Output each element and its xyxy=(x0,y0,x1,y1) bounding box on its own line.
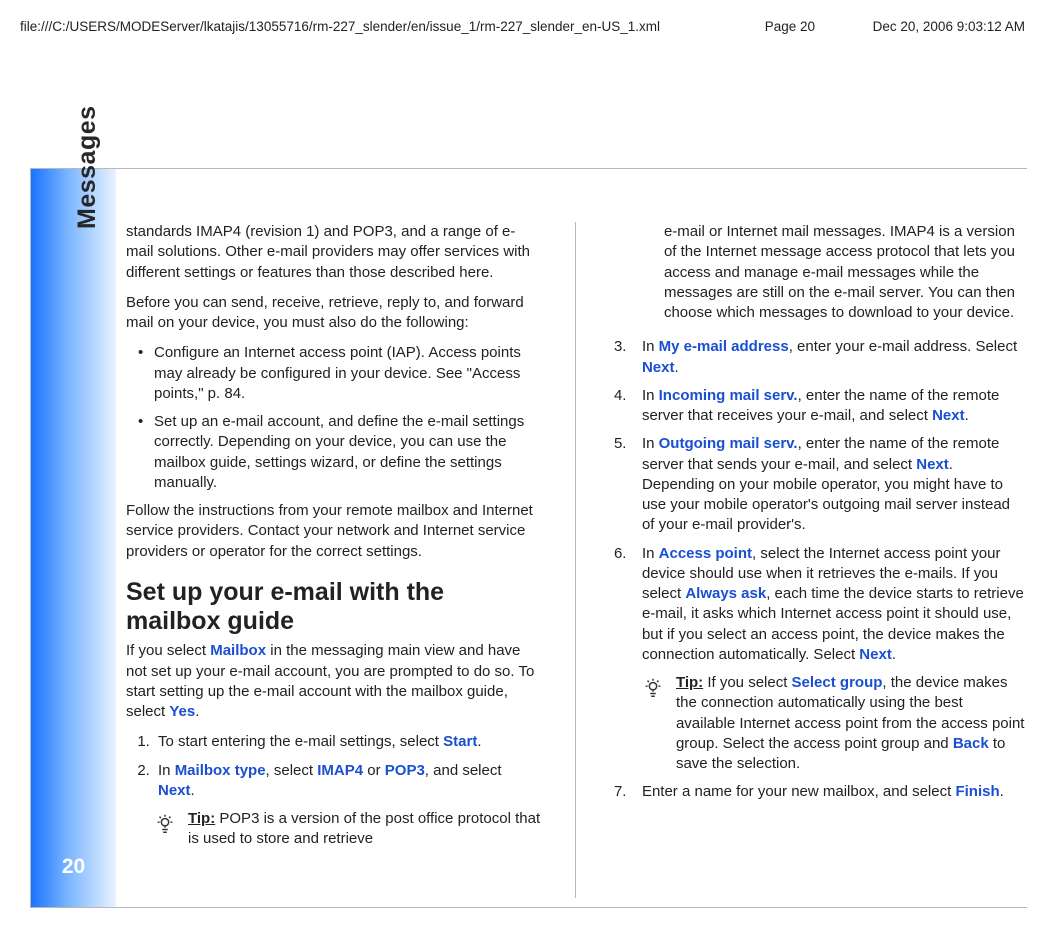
content-area: standards IMAP4 (revision 1) and POP3, a… xyxy=(126,222,1025,898)
sidebar: Messages 20 xyxy=(30,168,116,908)
separator-top xyxy=(116,168,1027,169)
list-item: In Mailbox type, select IMAP4 or POP3, a… xyxy=(154,761,541,802)
section-label: Messages xyxy=(71,105,105,229)
list-item: Configure an Internet access point (IAP)… xyxy=(144,343,541,404)
list-item: In My e-mail address, enter your e-mail … xyxy=(610,337,1025,378)
ui-term-mailbox-type: Mailbox type xyxy=(175,762,266,779)
ui-term-imap4: IMAP4 xyxy=(317,762,363,779)
body-text: Follow the instructions from your remote… xyxy=(126,501,541,562)
page-number: 20 xyxy=(31,853,116,881)
list-item: To start entering the e-mail settings, s… xyxy=(154,732,541,752)
ui-term-next: Next xyxy=(158,782,191,799)
ui-term-outgoing-mail-serv: Outgoing mail serv. xyxy=(659,435,798,452)
tip-label: Tip: xyxy=(676,674,703,691)
tip-block: Tip: POP3 is a version of the post offic… xyxy=(154,809,541,850)
header-path: file:///C:/USERS/MODEServer/lkatajis/130… xyxy=(20,18,660,36)
ui-term-my-email-address: My e-mail address xyxy=(659,338,789,355)
ui-term-select-group: Select group xyxy=(792,674,883,691)
page-root: file:///C:/USERS/MODEServer/lkatajis/130… xyxy=(0,0,1045,940)
separator-bottom xyxy=(116,907,1027,908)
tip-text: Tip: If you select Select group, the dev… xyxy=(676,673,1025,774)
body-text: Before you can send, receive, retrieve, … xyxy=(126,293,541,334)
tip-continuation: e-mail or Internet mail messages. IMAP4 … xyxy=(610,222,1025,323)
column-divider xyxy=(575,222,576,898)
tip-text: Tip: POP3 is a version of the post offic… xyxy=(188,809,541,850)
body-text: standards IMAP4 (revision 1) and POP3, a… xyxy=(126,222,541,283)
body-text: If you select Mailbox in the messaging m… xyxy=(126,641,541,722)
ui-term-incoming-mail-serv: Incoming mail serv. xyxy=(659,387,798,404)
ui-term-access-point: Access point xyxy=(659,545,752,562)
header-page: Page 20 xyxy=(765,18,815,36)
ui-term-mailbox: Mailbox xyxy=(210,642,266,659)
ui-term-always-ask: Always ask xyxy=(685,585,766,602)
ui-term-pop3: POP3 xyxy=(385,762,425,779)
ui-term-yes: Yes xyxy=(169,703,195,720)
ui-term-start: Start xyxy=(443,733,477,750)
list-item: In Access point, select the Internet acc… xyxy=(610,544,1025,775)
list-item: In Incoming mail serv., enter the name o… xyxy=(610,386,1025,427)
ui-term-finish: Finish xyxy=(955,783,999,800)
left-column: standards IMAP4 (revision 1) and POP3, a… xyxy=(126,222,541,898)
ordered-steps-continued: In My e-mail address, enter your e-mail … xyxy=(610,337,1025,802)
ui-term-next: Next xyxy=(932,407,965,424)
tip-block: Tip: If you select Select group, the dev… xyxy=(642,673,1025,774)
ordered-steps: To start entering the e-mail settings, s… xyxy=(126,732,541,801)
bullet-list: Configure an Internet access point (IAP)… xyxy=(126,343,541,493)
ui-term-next: Next xyxy=(642,359,675,376)
tip-label: Tip: xyxy=(188,810,215,827)
ui-term-back: Back xyxy=(953,735,989,752)
ui-term-next: Next xyxy=(916,456,949,473)
tip-icon xyxy=(642,677,664,699)
list-item: In Outgoing mail serv., enter the name o… xyxy=(610,434,1025,535)
section-heading: Set up your e-mail with the mailbox guid… xyxy=(126,578,541,636)
tip-icon xyxy=(154,813,176,835)
list-item: Enter a name for your new mailbox, and s… xyxy=(610,782,1025,802)
right-column: e-mail or Internet mail messages. IMAP4 … xyxy=(610,222,1025,898)
ui-term-next: Next xyxy=(859,646,892,663)
header-timestamp: Dec 20, 2006 9:03:12 AM xyxy=(873,18,1025,36)
list-item: Set up an e-mail account, and define the… xyxy=(144,412,541,493)
